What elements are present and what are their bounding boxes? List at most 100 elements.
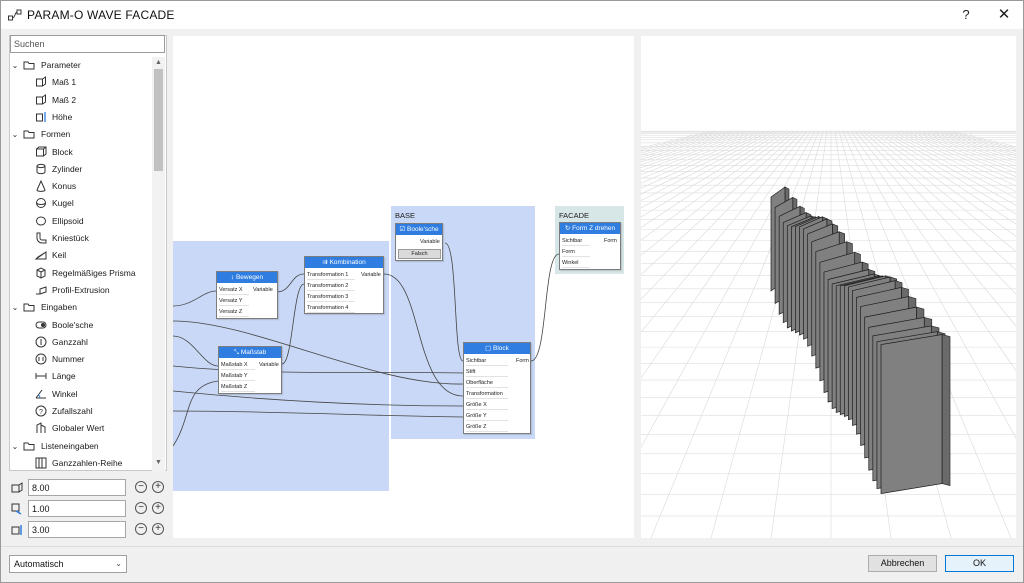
- input-port[interactable]: Maßstab X: [221, 360, 255, 370]
- chevron-down-icon[interactable]: ⌄: [10, 126, 20, 143]
- output-port[interactable]: Variable: [361, 270, 381, 280]
- input-port[interactable]: Maßstab Y: [221, 371, 255, 381]
- node-bewegen[interactable]: ↕ Bewegen Versatz X Versatz Y Versatz Z …: [216, 271, 278, 319]
- decrement-button-3[interactable]: −: [135, 523, 147, 535]
- input-port[interactable]: Form: [562, 247, 590, 257]
- chevron-down-icon[interactable]: ⌄: [10, 438, 20, 455]
- ok-button[interactable]: OK: [945, 555, 1014, 572]
- input-port[interactable]: Transformation: [466, 389, 508, 399]
- tree-item[interactable]: Höhe: [10, 109, 152, 126]
- tree-item[interactable]: Keil: [10, 247, 152, 264]
- tree-scrollbar[interactable]: ▲ ▼: [152, 57, 165, 471]
- input-port[interactable]: Sichtbar: [466, 356, 508, 366]
- input-port[interactable]: Transformation 2: [307, 281, 355, 291]
- 3d-preview[interactable]: [641, 36, 1016, 538]
- input-port[interactable]: Stift: [466, 367, 508, 377]
- increment-button-3[interactable]: +: [152, 523, 164, 535]
- boolean-value-toggle[interactable]: Falsch: [398, 249, 441, 259]
- increment-button-1[interactable]: +: [152, 481, 164, 493]
- node-title: Maßstab: [240, 349, 267, 356]
- node-block[interactable]: ▢ Block Sichtbar Stift Oberfläche Transf…: [463, 342, 531, 434]
- tree-item[interactable]: Nummer: [10, 351, 152, 368]
- increment-button-2[interactable]: +: [152, 502, 164, 514]
- tree-folder[interactable]: ⌄ Listeneingaben: [10, 438, 152, 455]
- node-massstab[interactable]: ⤡ Maßstab Maßstab X Maßstab Y Maßstab Z …: [218, 346, 282, 394]
- tree-item[interactable]: Regelmäßiges Prisma: [10, 265, 152, 282]
- decrement-button-1[interactable]: −: [135, 481, 147, 493]
- grid-line: [950, 130, 1016, 148]
- node-header[interactable]: ⤡ Maßstab: [219, 347, 281, 358]
- scroll-thumb[interactable]: [154, 69, 163, 171]
- input-port[interactable]: Transformation 3: [307, 292, 355, 302]
- input-port[interactable]: Winkel: [562, 258, 590, 268]
- tree-label: Kugel: [52, 198, 74, 209]
- input-port[interactable]: Größe X: [466, 400, 508, 410]
- input-port[interactable]: Sichtbar: [562, 236, 590, 246]
- tree-item[interactable]: Maß 1: [10, 74, 152, 91]
- input-port[interactable]: Oberfläche: [466, 378, 508, 388]
- tree-item[interactable]: Winkel: [10, 386, 152, 403]
- extrusion-icon: [36, 286, 47, 295]
- output-port[interactable]: Variable: [259, 360, 279, 370]
- node-header[interactable]: ↕ Bewegen: [217, 272, 277, 283]
- param-value-input-1[interactable]: [28, 479, 126, 496]
- tree-item[interactable]: Kniestück: [10, 230, 152, 247]
- node-header[interactable]: ▢ Block: [464, 343, 530, 354]
- help-button[interactable]: ?: [953, 5, 979, 25]
- cancel-button[interactable]: Abbrechen: [868, 555, 937, 572]
- tree-item[interactable]: Block: [10, 144, 152, 161]
- input-port[interactable]: Versatz X: [219, 285, 249, 295]
- output-port[interactable]: Variable: [253, 285, 273, 295]
- tree-folder[interactable]: ⌄ Eingaben: [10, 299, 152, 316]
- tree-item[interactable]: Boole'sche: [10, 317, 152, 334]
- tree-item[interactable]: Zylinder: [10, 161, 152, 178]
- scroll-up-icon[interactable]: ▲: [155, 59, 162, 66]
- grid-line: [641, 130, 716, 150]
- node-form-z-drehen[interactable]: ↻ Form Z drehen Sichtbar Form Winkel For…: [559, 222, 621, 270]
- output-port[interactable]: Variable: [420, 237, 440, 247]
- node-header[interactable]: ⇉ Kombination: [305, 257, 383, 268]
- input-port[interactable]: Transformation 4: [307, 303, 355, 313]
- length-icon: [35, 373, 47, 380]
- svg-text:?: ?: [39, 409, 43, 416]
- prism-icon: [36, 267, 46, 279]
- tree-label: Zufallszahl: [52, 406, 93, 416]
- close-button[interactable]: ✕: [991, 5, 1017, 25]
- tree-item[interactable]: Ganzzahlen-Reihe: [10, 455, 152, 469]
- tree-item[interactable]: Länge: [10, 368, 152, 385]
- param-row-mass-1: − +: [11, 479, 166, 497]
- output-port[interactable]: Form: [604, 236, 617, 246]
- 3d-preview-render: [641, 130, 1016, 538]
- input-port[interactable]: Größe Y: [466, 411, 508, 421]
- tree-item[interactable]: ? Zufallszahl: [10, 403, 152, 420]
- node-editor-canvas[interactable]: BASE FACADE ↕ Bewegen Versatz X Versatz …: [173, 36, 634, 538]
- tree-item[interactable]: Profil-Extrusion: [10, 282, 152, 299]
- grid-line: [641, 130, 728, 156]
- tree-item[interactable]: Ganzzahl: [10, 334, 152, 351]
- param-value-input-3[interactable]: [28, 521, 126, 538]
- tree-folder[interactable]: ⌄ Parameter: [10, 57, 152, 74]
- update-mode-select[interactable]: Automatisch ⌄: [9, 555, 127, 573]
- tree-item[interactable]: Globaler Wert: [10, 420, 152, 437]
- tree-item[interactable]: Kugel: [10, 195, 152, 212]
- node-boolesche[interactable]: ☑ Boole'sche Variable Falsch: [395, 223, 443, 261]
- tree-item[interactable]: Ellipsoid: [10, 213, 152, 230]
- search-input[interactable]: [10, 35, 165, 53]
- input-port[interactable]: Transformation 1: [307, 270, 355, 280]
- decrement-button-2[interactable]: −: [135, 502, 147, 514]
- input-port[interactable]: Versatz Z: [219, 307, 249, 317]
- chevron-down-icon[interactable]: ⌄: [10, 57, 20, 74]
- tree-folder[interactable]: ⌄ Formen: [10, 126, 152, 143]
- output-port[interactable]: Form: [516, 356, 529, 366]
- input-port[interactable]: Größe Z: [466, 422, 508, 432]
- tree-item[interactable]: Maß 2: [10, 92, 152, 109]
- input-port[interactable]: Maßstab Z: [221, 382, 255, 392]
- tree-item[interactable]: Konus: [10, 178, 152, 195]
- input-port[interactable]: Versatz Y: [219, 296, 249, 306]
- node-header[interactable]: ↻ Form Z drehen: [560, 223, 620, 234]
- chevron-down-icon[interactable]: ⌄: [10, 299, 20, 316]
- node-kombination[interactable]: ⇉ Kombination Transformation 1 Transform…: [304, 256, 384, 314]
- param-value-input-2[interactable]: [28, 500, 126, 517]
- scroll-down-icon[interactable]: ▼: [155, 459, 162, 466]
- node-header[interactable]: ☑ Boole'sche: [396, 224, 442, 235]
